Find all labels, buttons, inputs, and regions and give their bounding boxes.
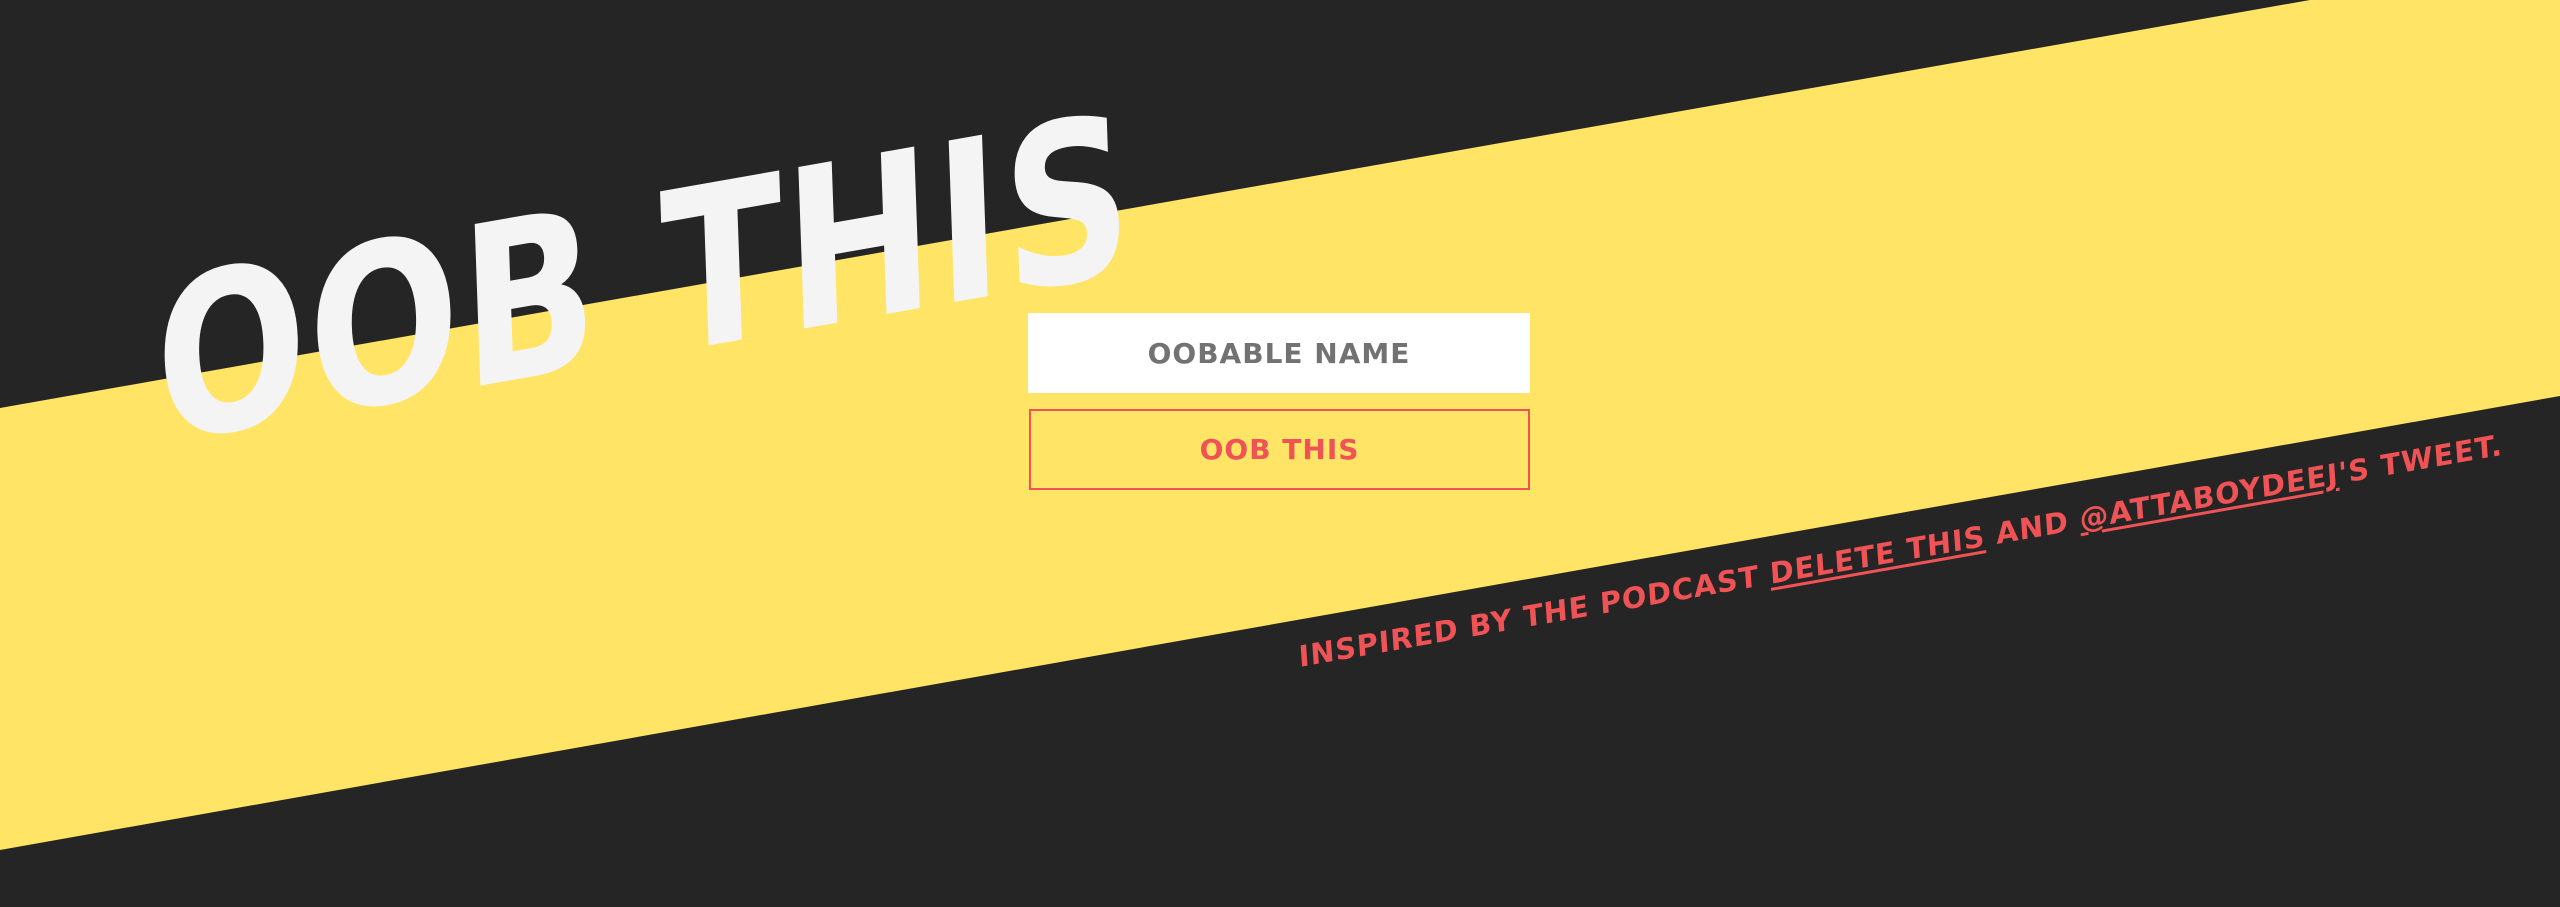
name-input[interactable]: [1028, 313, 1530, 393]
oob-this-button[interactable]: OOB THIS: [1029, 409, 1530, 490]
